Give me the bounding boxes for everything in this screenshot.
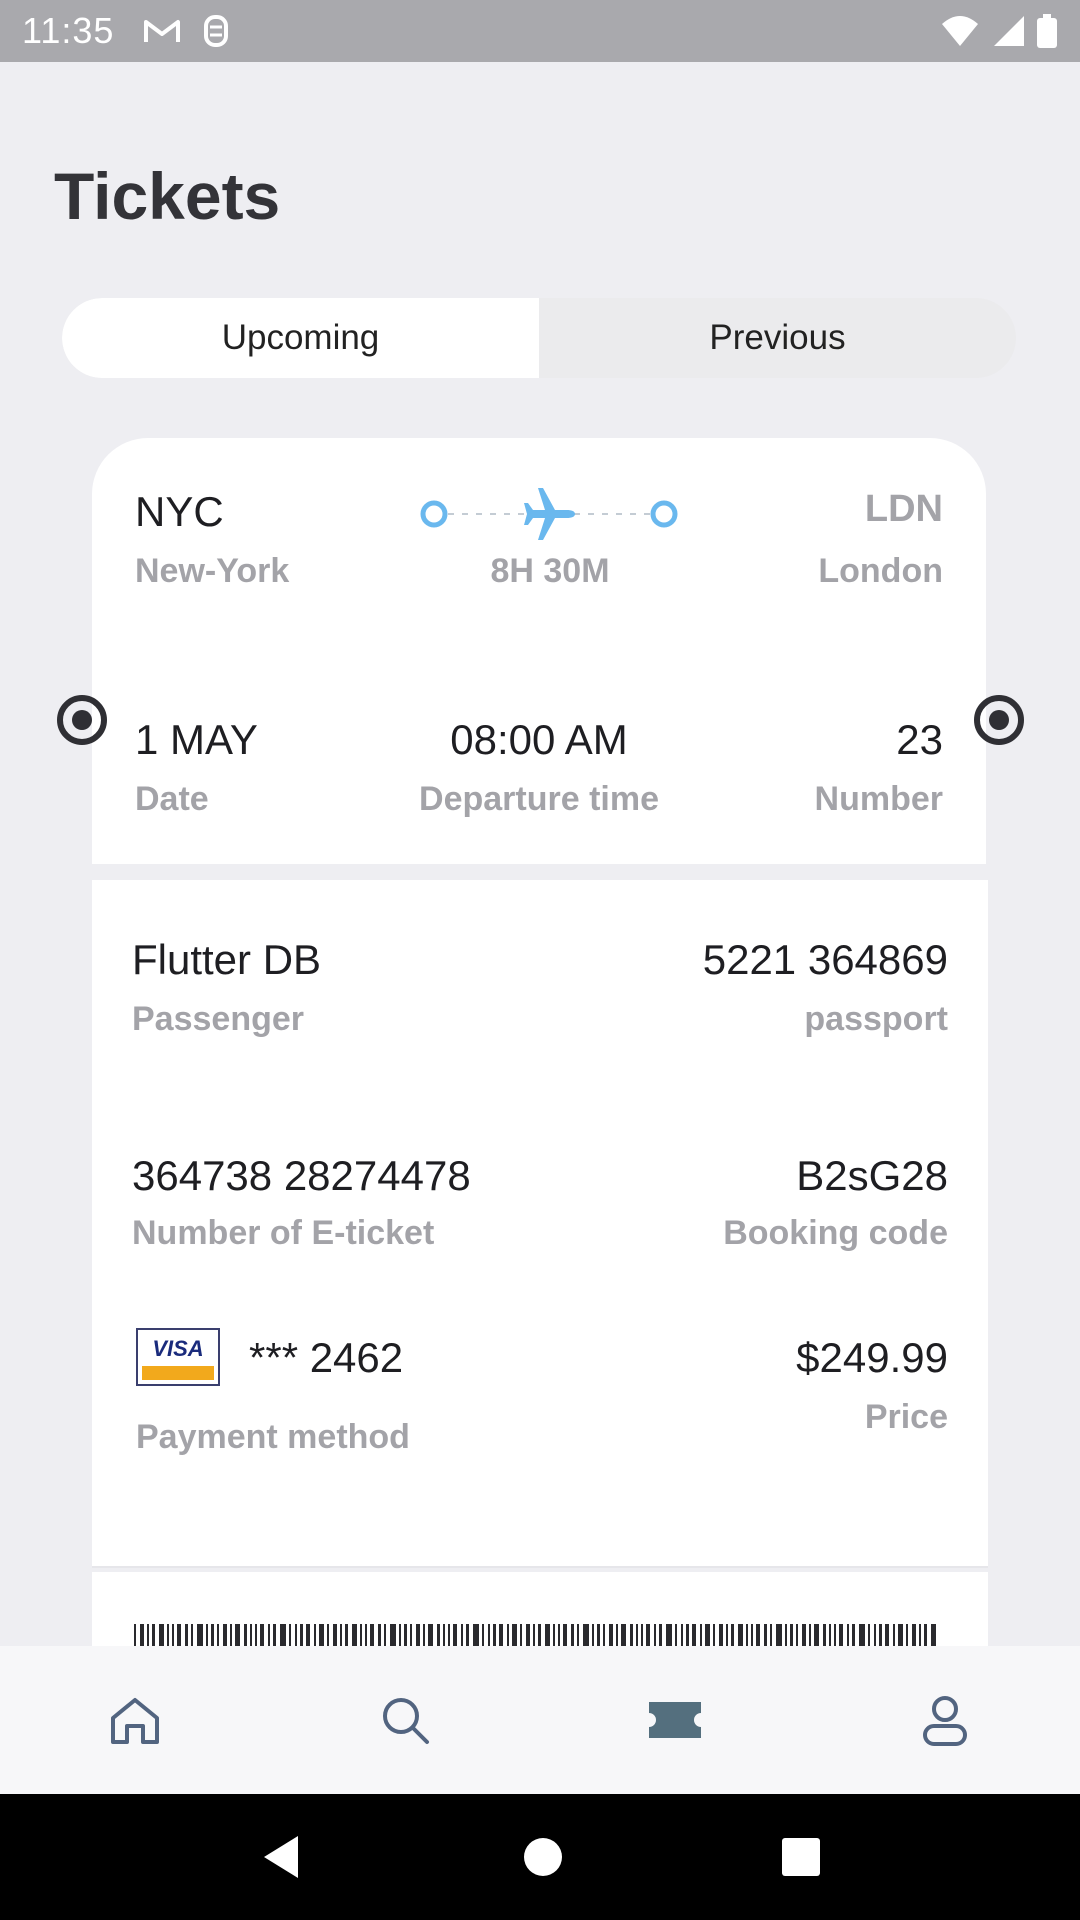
ticket-header[interactable]: NYC New-York 8H 30M LDN London 1 MAY Dat…: [92, 438, 986, 864]
ticket-punch-right: [974, 695, 1024, 745]
destination-city: London: [818, 552, 943, 590]
ticket-barcode-section: [92, 1572, 988, 1652]
system-navigation-bar: [0, 1794, 1080, 1920]
card-number: *** 2462: [249, 1334, 404, 1381]
origin-code: NYC: [135, 488, 224, 535]
nav-profile[interactable]: [810, 1646, 1080, 1794]
recents-icon[interactable]: [780, 1836, 822, 1878]
cellular-signal-icon: [994, 16, 1024, 46]
wifi-icon: [942, 16, 978, 46]
back-icon[interactable]: [258, 1832, 306, 1882]
bottom-navigation: [0, 1646, 1080, 1794]
departure-time: 08:00 AM: [450, 716, 628, 763]
visa-logo: VISA: [152, 1336, 204, 1361]
passenger-label: Passenger: [132, 1000, 304, 1038]
home-circle-icon[interactable]: [521, 1835, 565, 1879]
passport-label: passport: [804, 1000, 948, 1038]
origin-city: New-York: [135, 552, 290, 590]
tab-upcoming[interactable]: Upcoming: [62, 298, 539, 378]
flight-path-icon: [420, 488, 678, 540]
airplane-icon: [524, 488, 575, 540]
ticket-tabs: Upcoming Previous: [62, 298, 1016, 378]
price-label: Price: [864, 1398, 948, 1436]
gmail-icon: [144, 20, 181, 42]
notification-icons: [142, 13, 230, 49]
nav-tickets[interactable]: [540, 1646, 810, 1794]
ticket-punch-left: [57, 695, 107, 745]
battery-icon: [1037, 14, 1057, 48]
flight-date: 1 MAY: [135, 716, 258, 763]
flight-date-label: Date: [135, 780, 209, 818]
nav-home[interactable]: [0, 1646, 270, 1794]
nav-search[interactable]: [270, 1646, 540, 1794]
system-status-icons: [940, 13, 1058, 49]
flight-number-label: Number: [814, 780, 943, 818]
tab-previous[interactable]: Previous: [539, 298, 1016, 378]
app-notification-icon: [204, 15, 229, 47]
passenger-name: Flutter DB: [132, 936, 322, 983]
visa-card-icon: VISA: [136, 1328, 220, 1386]
payment-method-label: Payment method: [136, 1418, 410, 1456]
flight-number: 23: [896, 716, 943, 763]
home-icon: [111, 1698, 159, 1744]
eticket-label: Number of E-ticket: [132, 1214, 435, 1252]
status-bar: 11:35: [0, 0, 1080, 62]
destination-code: LDN: [864, 488, 943, 530]
search-icon: [383, 1698, 429, 1744]
status-time: 11:35: [22, 10, 115, 51]
page-title: Tickets: [54, 159, 281, 233]
ticket-icon: [649, 1702, 701, 1738]
booking-code: B2sG28: [796, 1152, 948, 1199]
ticket-details[interactable]: Flutter DB Passenger 5221 364869 passpor…: [92, 880, 988, 1568]
departure-time-label: Departure time: [419, 780, 659, 818]
flight-duration: 8H 30M: [490, 552, 610, 590]
booking-code-label: Booking code: [723, 1214, 948, 1252]
passport-number: 5221 364869: [702, 936, 948, 983]
ticket-price: $249.99: [796, 1334, 948, 1381]
profile-icon: [923, 1696, 967, 1746]
eticket-number: 364738 28274478: [132, 1152, 471, 1199]
